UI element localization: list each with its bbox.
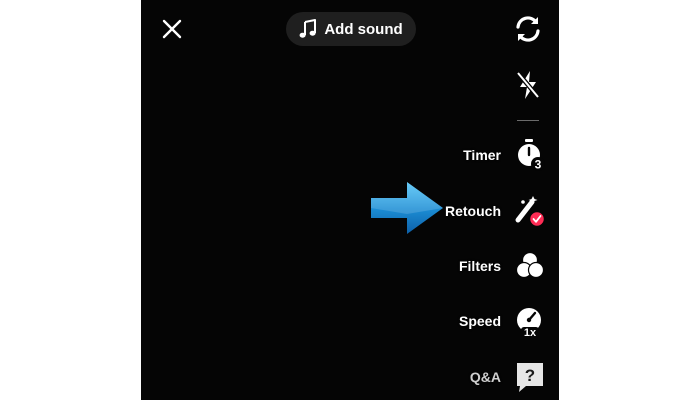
- flash-off-icon: [516, 71, 540, 99]
- close-button[interactable]: [159, 16, 185, 42]
- retouch-tool[interactable]: Retouch: [445, 193, 547, 229]
- flip-camera-icon: [516, 16, 540, 42]
- toolbar-divider: [517, 120, 539, 121]
- add-sound-label: Add sound: [324, 20, 403, 38]
- close-icon: [162, 19, 182, 39]
- qa-icon-text: ?: [525, 366, 535, 385]
- pointer-arrow: [369, 180, 445, 236]
- speed-gauge-icon: 1x: [513, 304, 547, 338]
- speed-badge: 1x: [524, 327, 537, 338]
- camera-screen: Add sound Timer 3 Retouch Filters Speed …: [141, 0, 559, 400]
- filters-tool[interactable]: Filters: [459, 248, 547, 284]
- music-note-icon: [299, 19, 317, 38]
- qa-bubble-icon: ?: [513, 360, 547, 394]
- add-sound-button[interactable]: Add sound: [286, 12, 416, 46]
- retouch-wand-icon: [513, 194, 547, 228]
- filters-icon: [513, 249, 547, 283]
- filters-label: Filters: [458, 258, 501, 274]
- speed-label: Speed: [458, 313, 501, 329]
- timer-tool[interactable]: Timer 3: [463, 137, 547, 173]
- flip-camera-button[interactable]: [511, 12, 545, 46]
- speed-tool[interactable]: Speed 1x: [459, 303, 547, 339]
- flash-toggle-button[interactable]: [511, 68, 545, 102]
- timer-badge: 3: [535, 158, 542, 172]
- retouch-label: Retouch: [445, 203, 501, 219]
- timer-icon: 3: [513, 138, 547, 172]
- qa-label: Q&A: [469, 369, 501, 385]
- qa-tool[interactable]: Q&A ?: [470, 359, 547, 395]
- timer-label: Timer: [463, 147, 501, 163]
- blue-arrow-icon: [371, 182, 443, 234]
